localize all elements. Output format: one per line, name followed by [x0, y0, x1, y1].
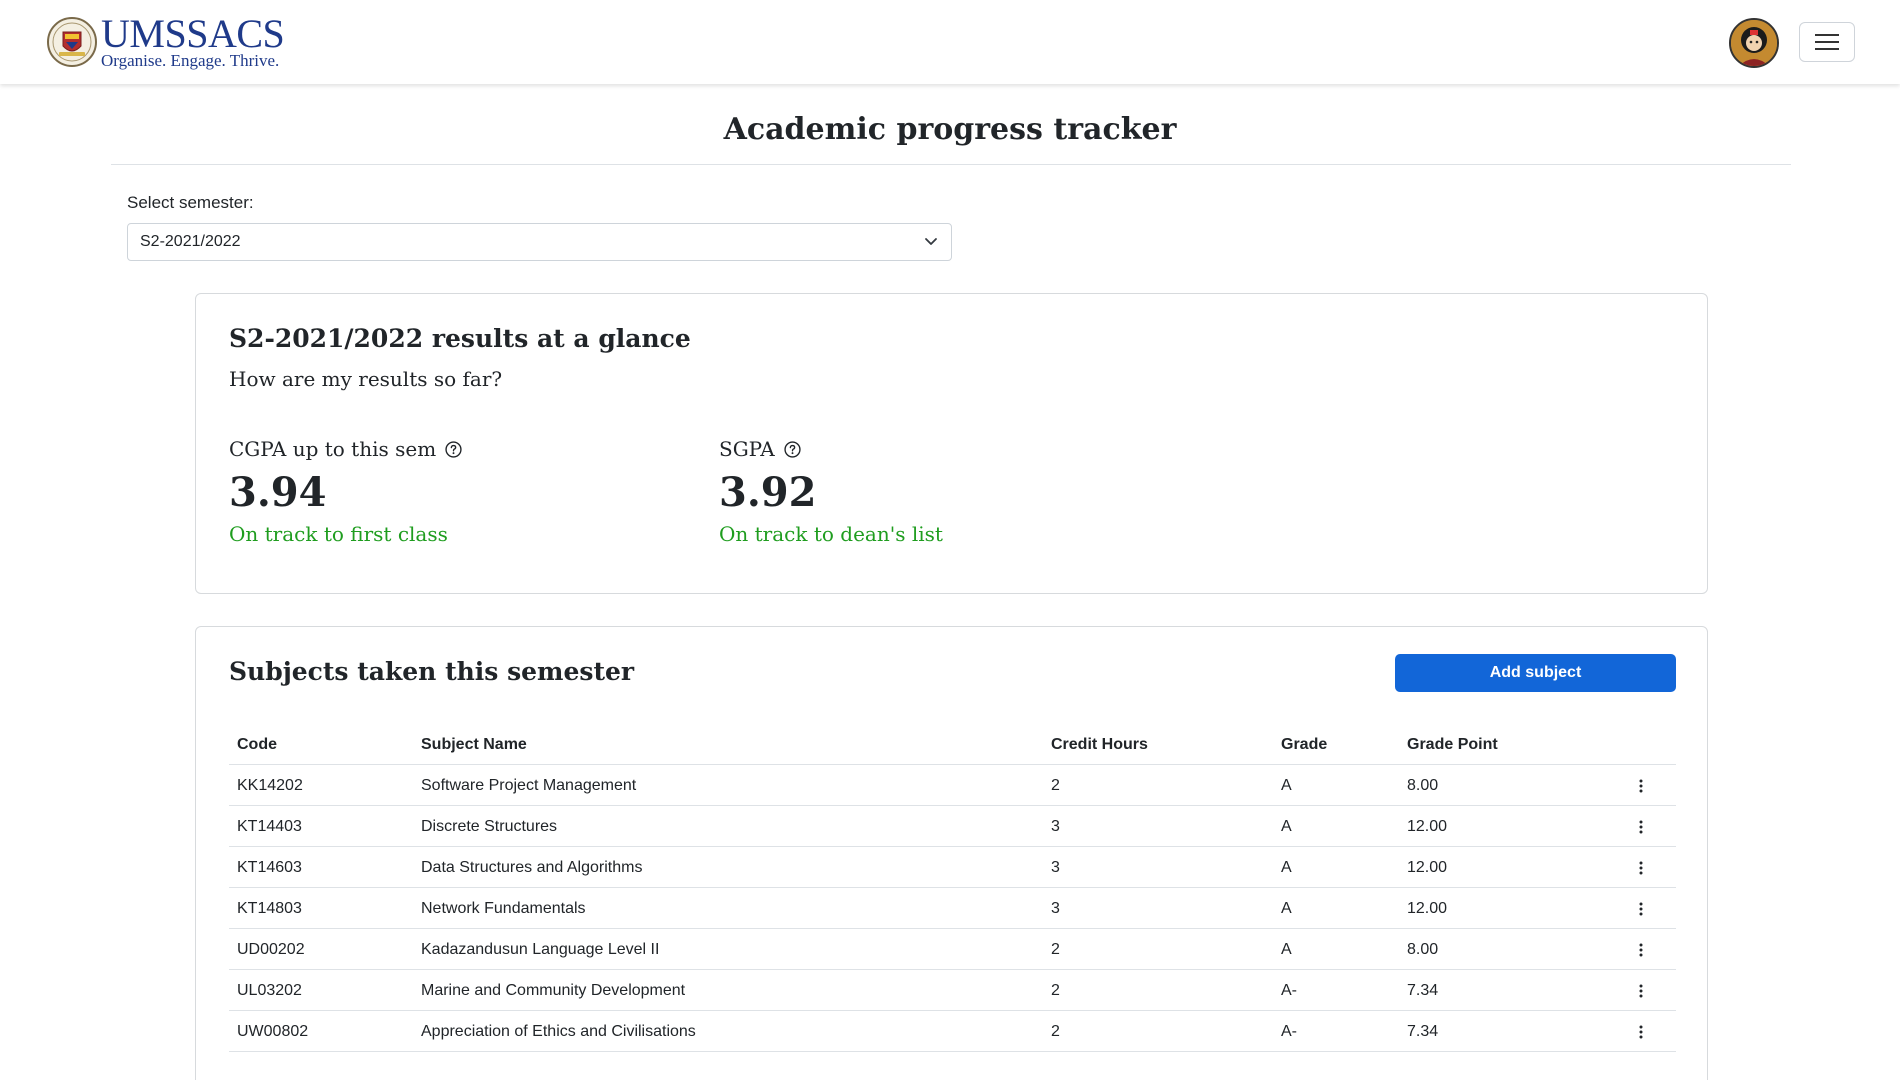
vertical-ellipsis-icon: [1639, 943, 1643, 956]
subjects-table: Code Subject Name Credit Hours Grade Gra…: [229, 724, 1676, 1052]
table-row: UL03202 Marine and Community Development…: [229, 970, 1676, 1011]
subject-code: UD00202: [237, 941, 305, 958]
sgpa-stat: SGPA 3.92 On track to dean's list: [719, 437, 943, 546]
vertical-ellipsis-icon: [1639, 779, 1643, 792]
cgpa-label: CGPA up to this sem: [229, 437, 437, 461]
grade-point: 7.34: [1407, 982, 1439, 999]
subject-code: KT14403: [237, 818, 302, 835]
vertical-ellipsis-icon: [1639, 1025, 1643, 1038]
subject-code: UL03202: [237, 982, 302, 999]
grade: A-: [1281, 1023, 1297, 1040]
credit-hours: 2: [1051, 941, 1060, 958]
brand-tagline: Organise. Engage. Thrive.: [101, 51, 280, 70]
table-row: KT14803 Network Fundamentals 3 A 12.00: [229, 888, 1676, 929]
sgpa-value: 3.92: [719, 469, 817, 516]
semester-select[interactable]: S2-2021/2022: [127, 223, 952, 261]
cgpa-stat: CGPA up to this sem 3.94 On track to fir…: [229, 437, 462, 546]
hamburger-menu-icon: [1815, 34, 1839, 50]
column-header-grade-point: Grade Point: [1407, 736, 1498, 753]
grade-point: 8.00: [1407, 941, 1439, 958]
subjects-card: Subjects taken this semester Add subject…: [195, 626, 1708, 1080]
title-divider: [111, 164, 1791, 165]
navbar: UMSSACS Organise. Engage. Thrive.: [0, 0, 1900, 84]
column-header-code: Code: [237, 736, 277, 753]
table-row: UD00202 Kadazandusun Language Level II 2…: [229, 929, 1676, 970]
subject-name: Software Project Management: [421, 777, 637, 794]
avatar-image: [1731, 20, 1777, 66]
vertical-ellipsis-icon: [1639, 902, 1643, 915]
table-row: KT14403 Discrete Structures 3 A 12.00: [229, 806, 1676, 847]
row-actions-button[interactable]: [1631, 888, 1651, 929]
table-row: KT14603 Data Structures and Algorithms 3…: [229, 847, 1676, 888]
subject-name: Network Fundamentals: [421, 900, 586, 917]
credit-hours: 2: [1051, 1023, 1060, 1040]
credit-hours: 2: [1051, 777, 1060, 794]
glance-title: S2-2021/2022 results at a glance: [229, 324, 691, 353]
vertical-ellipsis-icon: [1639, 984, 1643, 997]
vertical-ellipsis-icon: [1639, 861, 1643, 874]
page-title: Academic progress tracker: [723, 112, 1177, 147]
vertical-ellipsis-icon: [1639, 820, 1643, 833]
grade: A: [1281, 941, 1292, 958]
profile-avatar[interactable]: [1729, 18, 1779, 68]
table-row: UW00802 Appreciation of Ethics and Civil…: [229, 1011, 1676, 1052]
cgpa-value: 3.94: [229, 469, 327, 516]
grade: A-: [1281, 982, 1297, 999]
subject-code: KK14202: [237, 777, 303, 794]
grade-point: 12.00: [1407, 859, 1448, 876]
grade-point: 12.00: [1407, 900, 1448, 917]
brand-logo-link[interactable]: UMSSACS Organise. Engage. Thrive.: [46, 11, 285, 70]
grade: A: [1281, 818, 1292, 835]
subject-code: UW00802: [237, 1023, 309, 1040]
subject-code: KT14803: [237, 900, 302, 917]
subject-name: Data Structures and Algorithms: [421, 859, 643, 876]
sgpa-label: SGPA: [719, 437, 775, 461]
add-subject-button[interactable]: Add subject: [1395, 654, 1676, 692]
grade-point: 7.34: [1407, 1023, 1439, 1040]
credit-hours: 2: [1051, 982, 1060, 999]
sgpa-help-icon[interactable]: [784, 440, 801, 458]
row-actions-button[interactable]: [1631, 970, 1651, 1011]
results-glance-card: S2-2021/2022 results at a glance How are…: [195, 293, 1708, 594]
cgpa-status: On track to first class: [229, 522, 448, 546]
column-header-credit-hours: Credit Hours: [1051, 736, 1148, 753]
subject-name: Kadazandusun Language Level II: [421, 941, 660, 958]
table-header: Code Subject Name Credit Hours Grade Gra…: [229, 724, 1676, 765]
cgpa-help-icon[interactable]: [445, 440, 462, 458]
subject-name: Marine and Community Development: [421, 982, 686, 999]
semester-select-value: S2-2021/2022: [140, 233, 241, 250]
table-row: KK14202 Software Project Management 2 A …: [229, 765, 1676, 806]
university-crest-icon: [47, 16, 97, 67]
column-header-subject-name: Subject Name: [421, 736, 527, 753]
sgpa-status: On track to dean's list: [719, 522, 943, 546]
grade: A: [1281, 859, 1292, 876]
row-actions-button[interactable]: [1631, 1011, 1651, 1052]
grade: A: [1281, 900, 1292, 917]
chevron-down-icon: [925, 238, 937, 245]
subject-name: Appreciation of Ethics and Civilisations: [421, 1023, 696, 1040]
credit-hours: 3: [1051, 859, 1060, 876]
hamburger-menu-button[interactable]: [1799, 22, 1855, 62]
credit-hours: 3: [1051, 900, 1060, 917]
row-actions-button[interactable]: [1631, 847, 1651, 888]
subjects-title: Subjects taken this semester: [229, 657, 635, 686]
glance-subtitle: How are my results so far?: [229, 367, 503, 391]
brand-name: UMSSACS: [101, 11, 285, 56]
row-actions-button[interactable]: [1631, 765, 1651, 806]
column-header-grade: Grade: [1281, 736, 1328, 753]
row-actions-button[interactable]: [1631, 806, 1651, 847]
grade-point: 8.00: [1407, 777, 1439, 794]
grade: A: [1281, 777, 1292, 794]
subject-code: KT14603: [237, 859, 302, 876]
semester-select-label: Select semester:: [127, 193, 254, 212]
row-actions-button[interactable]: [1631, 929, 1651, 970]
credit-hours: 3: [1051, 818, 1060, 835]
grade-point: 12.00: [1407, 818, 1448, 835]
subject-name: Discrete Structures: [421, 818, 558, 835]
